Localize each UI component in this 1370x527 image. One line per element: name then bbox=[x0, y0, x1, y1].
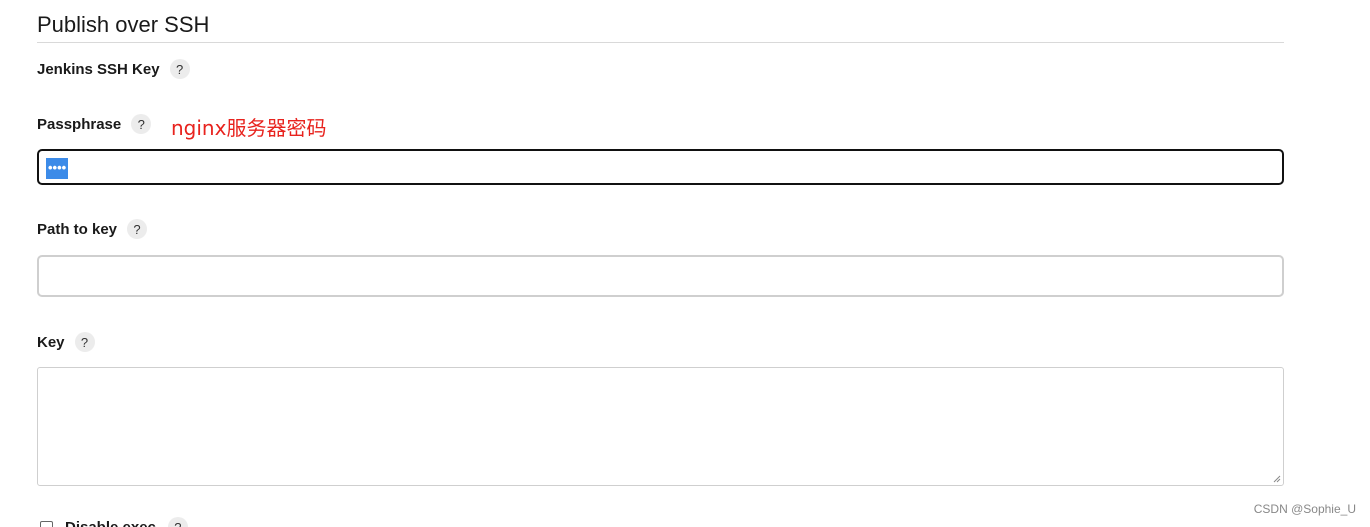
disable-exec-checkbox[interactable] bbox=[40, 520, 53, 527]
key-label: Key bbox=[37, 333, 65, 351]
section-divider bbox=[37, 42, 1284, 43]
help-icon[interactable]: ? bbox=[131, 114, 152, 134]
passphrase-input[interactable]: •••• bbox=[37, 149, 1284, 185]
jenkins-ssh-key-label-row: Jenkins SSH Key ? bbox=[37, 59, 190, 79]
help-icon[interactable]: ? bbox=[167, 517, 188, 527]
disable-exec-row: Disable exec ? bbox=[40, 517, 188, 527]
jenkins-ssh-key-label: Jenkins SSH Key bbox=[37, 60, 160, 78]
watermark: CSDN @Sophie_U bbox=[1253, 502, 1356, 516]
help-icon[interactable]: ? bbox=[74, 332, 95, 352]
help-icon[interactable]: ? bbox=[127, 219, 148, 239]
path-to-key-label: Path to key bbox=[37, 220, 118, 238]
disable-exec-label: Disable exec bbox=[65, 518, 156, 527]
path-to-key-input[interactable] bbox=[37, 255, 1284, 297]
help-icon[interactable]: ? bbox=[169, 59, 190, 79]
passphrase-label: Passphrase bbox=[37, 115, 122, 133]
key-label-row: Key ? bbox=[37, 332, 95, 352]
section-title: Publish over SSH bbox=[37, 12, 210, 37]
passphrase-annotation: nginx服务器密码 bbox=[171, 116, 327, 140]
publish-over-ssh-config: Publish over SSH Jenkins SSH Key ? Passp… bbox=[0, 0, 1370, 527]
path-to-key-label-row: Path to key ? bbox=[37, 219, 148, 239]
passphrase-label-row: Passphrase ? bbox=[37, 114, 152, 134]
passphrase-masked-value: •••• bbox=[46, 158, 69, 179]
key-textarea[interactable] bbox=[37, 367, 1284, 486]
resize-grip-icon[interactable] bbox=[1273, 475, 1281, 483]
